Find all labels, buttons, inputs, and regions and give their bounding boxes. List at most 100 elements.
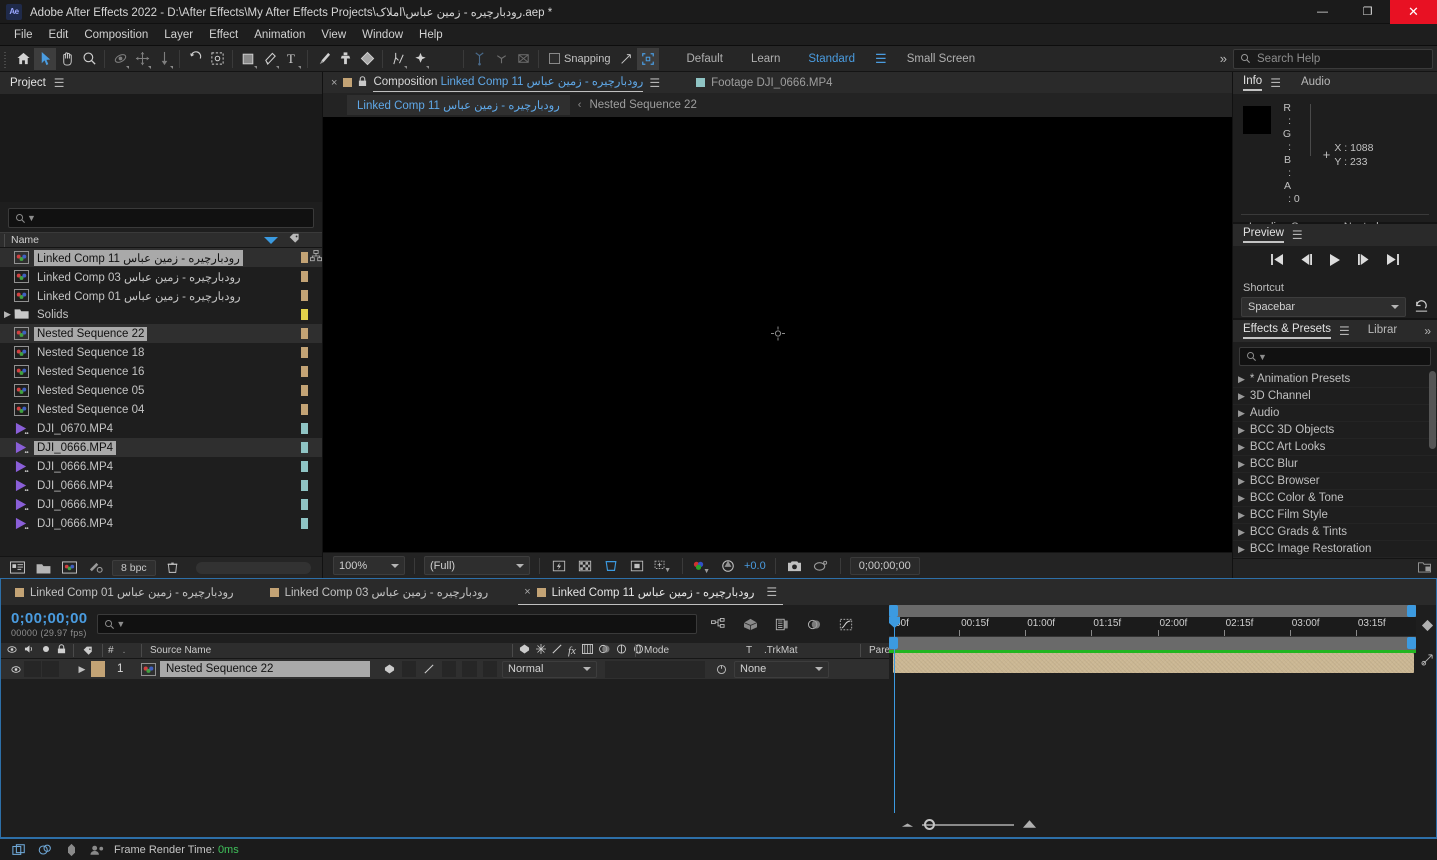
timeline-current-time[interactable]: 0;00;00;00 00000 (29.97 fps) xyxy=(11,610,87,638)
breadcrumb-current[interactable]: رودبارچیره - زمین عباس Linked Comp 11 xyxy=(347,95,570,115)
effects-category-row[interactable]: ▶ BCC 3D Objects xyxy=(1233,422,1437,439)
transparency-grid-icon[interactable] xyxy=(575,557,595,575)
draft-3d-icon[interactable] xyxy=(739,614,761,634)
motion-blur-switch-icon[interactable] xyxy=(598,644,610,657)
disclosure-triangle-icon[interactable]: ▶ xyxy=(1238,544,1245,555)
effects-category-row[interactable]: ▶ BCC Blur xyxy=(1233,456,1437,473)
solo-icon[interactable] xyxy=(42,645,50,656)
project-item-label-color[interactable] xyxy=(301,442,308,453)
layer-label-color[interactable] xyxy=(91,661,105,677)
zoom-slider-knob[interactable] xyxy=(924,819,935,830)
workspace-menu-icon[interactable]: ☰ xyxy=(869,51,893,67)
menu-window[interactable]: Window xyxy=(354,26,411,44)
shy-switch-icon[interactable] xyxy=(519,644,530,657)
project-item-label-color[interactable] xyxy=(301,385,308,396)
parent-pickwhip-icon[interactable] xyxy=(715,659,728,679)
project-item-label-color[interactable] xyxy=(301,461,308,472)
layer-track-matte[interactable] xyxy=(605,660,705,678)
project-item-label-color[interactable] xyxy=(301,404,308,415)
workspace-overflow-icon[interactable]: » xyxy=(1220,51,1233,66)
maximize-button[interactable]: ❐ xyxy=(1345,0,1390,24)
workspace-default[interactable]: Default xyxy=(673,49,737,69)
disclosure-triangle-icon[interactable]: ▶ xyxy=(4,309,14,320)
comp-marker-icon[interactable] xyxy=(1421,619,1434,635)
project-item-label-color[interactable] xyxy=(301,309,308,320)
frame-blend-switch-icon[interactable] xyxy=(581,644,593,657)
minimize-button[interactable]: — xyxy=(1300,0,1345,24)
project-item-label-color[interactable] xyxy=(301,271,308,282)
disclosure-triangle-icon[interactable]: ▶ xyxy=(1238,408,1245,419)
pan-camera-tool-icon[interactable] xyxy=(131,48,153,70)
project-item-row[interactable]: رودبارچیره - زمین عباس Linked Comp 11 xyxy=(0,248,322,267)
video-visibility-icon[interactable] xyxy=(7,645,17,657)
tab-project[interactable]: Project xyxy=(10,77,46,89)
project-item-label-color[interactable] xyxy=(301,366,308,377)
multi-frame-render-icon[interactable] xyxy=(36,842,54,858)
gpu-status-icon[interactable] xyxy=(62,842,80,858)
sort-descending-icon[interactable] xyxy=(264,236,278,244)
layer-motion-blur-switch[interactable] xyxy=(482,661,497,677)
stretch-handle-icon[interactable] xyxy=(1421,653,1434,669)
dolly-camera-tool-icon[interactable] xyxy=(153,48,175,70)
effects-category-row[interactable]: ▶ * Animation Presets xyxy=(1233,371,1437,388)
disclosure-triangle-icon[interactable]: ▶ xyxy=(1238,459,1245,470)
layer-blend-mode-dropdown[interactable]: Normal xyxy=(502,660,597,678)
rotation-tool-icon[interactable] xyxy=(184,48,206,70)
project-item-label-color[interactable] xyxy=(301,480,308,491)
column-options-icon[interactable]: . xyxy=(123,645,126,656)
comp-region-icon[interactable]: ▼ xyxy=(653,557,673,575)
axis-world-icon[interactable] xyxy=(490,48,512,70)
workspace-standard[interactable]: Standard xyxy=(794,49,869,69)
layer-collapse-switch[interactable] xyxy=(401,661,416,677)
timeline-duration-bar[interactable] xyxy=(889,637,1416,650)
timeline-panel-menu-icon[interactable]: ☰ xyxy=(766,585,777,599)
zoom-out-icon[interactable] xyxy=(901,819,914,831)
search-help-input[interactable]: Search Help xyxy=(1233,48,1433,69)
first-frame-icon[interactable] xyxy=(1271,254,1284,268)
work-area-start-handle[interactable] xyxy=(889,605,898,617)
column-header-name[interactable]: Name xyxy=(11,234,39,246)
effects-category-row[interactable]: ▶ BCC Image Restoration xyxy=(1233,541,1437,558)
close-tab-icon[interactable]: × xyxy=(524,586,530,598)
menu-animation[interactable]: Animation xyxy=(246,26,313,44)
project-settings-icon[interactable] xyxy=(86,560,104,576)
trkmat-column-header[interactable]: . TrkMat xyxy=(760,643,860,659)
tab-preview[interactable]: Preview xyxy=(1243,227,1284,243)
project-item-row[interactable]: DJI_0670.MP4 xyxy=(0,419,322,438)
project-item-row[interactable]: رودبارچیره - زمین عباس Linked Comp 03 xyxy=(0,267,322,286)
project-item-list[interactable]: رودبارچیره - زمین عباس Linked Comp 11 رود… xyxy=(0,248,322,556)
menu-composition[interactable]: Composition xyxy=(76,26,156,44)
zoom-tool-icon[interactable] xyxy=(78,48,100,70)
project-item-row[interactable]: Nested Sequence 04 xyxy=(0,400,322,419)
exposure-value[interactable]: +0.0 xyxy=(744,560,766,572)
project-item-row[interactable]: ▶ Solids xyxy=(0,305,322,324)
selection-tool-icon[interactable] xyxy=(34,47,56,70)
exposure-reset-icon[interactable] xyxy=(718,557,738,575)
effects-scrollbar[interactable] xyxy=(1429,371,1436,449)
playhead[interactable] xyxy=(889,617,900,813)
timeline-tab-comp-03[interactable]: رودبارچیره - زمین عباس Linked Comp 03 xyxy=(269,579,503,605)
layer-disclosure-icon[interactable]: ▶ xyxy=(73,659,91,679)
magnification-dropdown[interactable]: 100% xyxy=(333,556,405,575)
disclosure-triangle-icon[interactable]: ▶ xyxy=(1238,476,1245,487)
track-matte-t-header[interactable]: T xyxy=(746,643,760,659)
last-frame-icon[interactable] xyxy=(1386,254,1399,268)
adjustment-layer-switch-icon[interactable] xyxy=(616,644,627,657)
comp-usage-tree-icon[interactable] xyxy=(310,250,322,265)
breadcrumb-arrow-icon[interactable]: ‹ xyxy=(578,99,582,111)
team-projects-icon[interactable] xyxy=(88,842,106,858)
menu-effect[interactable]: Effect xyxy=(201,26,246,44)
project-item-label-color[interactable] xyxy=(301,347,308,358)
hide-shy-layers-icon[interactable] xyxy=(771,614,793,634)
roto-brush-tool-icon[interactable] xyxy=(206,48,228,70)
project-panel-menu-icon[interactable]: ☰ xyxy=(54,76,65,90)
previous-frame-icon[interactable] xyxy=(1300,254,1313,268)
menu-file[interactable]: File xyxy=(6,26,41,44)
label-column-header[interactable] xyxy=(74,643,102,659)
effects-category-list[interactable]: ▶ * Animation Presets ▶ 3D Channel ▶ Audio ▶ BC… xyxy=(1233,371,1437,558)
label-column-icon[interactable] xyxy=(289,233,300,247)
pen-tool-icon[interactable] xyxy=(259,48,281,70)
timeline-ruler[interactable]: 00f 00:15f 01:00f 01:15f 02:00f 02:15f 03:00f 0… xyxy=(889,617,1435,637)
effects-category-row[interactable]: ▶ BCC Grads & Tints xyxy=(1233,524,1437,541)
effects-overflow-icon[interactable]: » xyxy=(1424,324,1431,338)
